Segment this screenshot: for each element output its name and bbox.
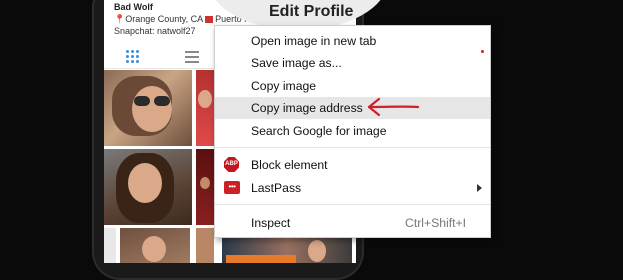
menu-item-inspect[interactable]: Inspect Ctrl+Shift+I xyxy=(215,212,490,234)
photo-thumbnail[interactable] xyxy=(120,228,190,263)
profile-location: Orange County, CA xyxy=(125,14,204,24)
menu-item-lastpass[interactable]: ••• LastPass xyxy=(215,177,490,199)
adblock-plus-icon: ABP xyxy=(224,157,239,172)
menu-item-search-google-image[interactable]: Search Google for image xyxy=(215,120,490,142)
photo-thumbnail[interactable] xyxy=(196,228,214,263)
menu-item-copy-image-address[interactable]: Copy image address xyxy=(215,97,490,119)
photo-thumbnail[interactable] xyxy=(222,234,352,263)
menu-separator xyxy=(215,204,490,205)
menu-item-save-image-as[interactable]: Save image as... xyxy=(215,52,490,74)
list-view-icon[interactable] xyxy=(185,51,199,63)
photo-thumbnail[interactable] xyxy=(104,228,116,263)
photo-thumbnail[interactable] xyxy=(104,149,192,225)
annotation-arrow-icon xyxy=(367,97,420,117)
inspect-shortcut: Ctrl+Shift+I xyxy=(405,216,466,230)
location-pin-icon: 📍 xyxy=(114,14,126,24)
profile-location-line: 📍Orange County, CA Puerto R xyxy=(114,13,251,25)
context-menu: Open image in new tab Save image as... C… xyxy=(214,25,491,238)
menu-item-open-image-new-tab[interactable]: Open image in new tab xyxy=(215,30,490,52)
flag-icon xyxy=(205,16,214,23)
submenu-arrow-icon xyxy=(477,184,482,192)
photo-thumbnail[interactable] xyxy=(104,70,192,146)
annotation-dot xyxy=(481,50,484,53)
photo-thumbnail[interactable] xyxy=(196,149,214,225)
menu-separator xyxy=(215,147,490,148)
menu-item-copy-image[interactable]: Copy image xyxy=(215,75,490,97)
menu-item-block-element[interactable]: ABP Block element xyxy=(215,154,490,176)
edit-profile-button[interactable]: Edit Profile xyxy=(269,3,353,21)
photo-thumbnail[interactable] xyxy=(196,70,214,146)
lastpass-icon: ••• xyxy=(224,181,240,194)
grid-view-icon[interactable] xyxy=(126,50,139,63)
